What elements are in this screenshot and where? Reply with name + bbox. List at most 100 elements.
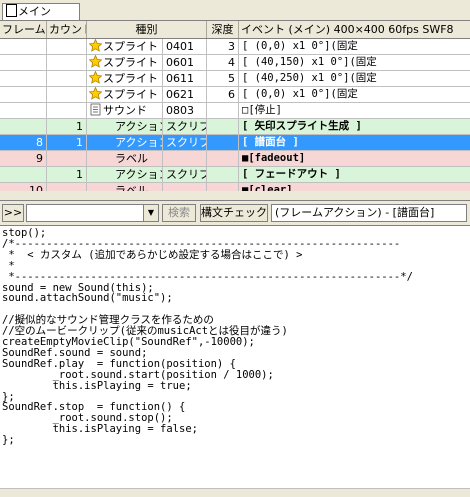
- frame-cell: [0, 71, 47, 86]
- count-cell: 1: [47, 135, 87, 150]
- frame-cell: [0, 55, 47, 70]
- table-row[interactable]: スプライト 0401 3[ (0,0) x1 0°](固定: [0, 39, 470, 55]
- type-label: アクション: [115, 136, 162, 149]
- frame-cell: 9: [0, 151, 47, 166]
- code-line: };: [2, 434, 15, 447]
- type-label: スプライト: [103, 56, 158, 69]
- column-header-frame[interactable]: フレーム: [0, 21, 47, 38]
- id-cell: スクリプト: [163, 119, 207, 134]
- id-cell: 0611: [163, 71, 207, 86]
- count-cell: [47, 55, 87, 70]
- syntax-check-button[interactable]: 構文チェック: [200, 204, 268, 222]
- id-cell: スクリプト: [163, 167, 207, 182]
- frame-cell: [0, 87, 47, 102]
- depth-cell: [207, 183, 239, 191]
- star-icon: [88, 71, 103, 84]
- count-cell: [47, 71, 87, 86]
- count-cell: [47, 39, 87, 54]
- script-title-field: (フレームアクション) - [譜面台]: [271, 204, 467, 222]
- depth-cell: 6: [207, 87, 239, 102]
- nav-forward-button[interactable]: >>: [2, 204, 24, 222]
- depth-cell: [207, 103, 239, 118]
- table-header: フレーム カウント 種別 深度 イベント (メイン) 400×400 60fps…: [0, 21, 470, 39]
- table-row[interactable]: スプライト 0601 4[ (40,150) x1 0°](固定: [0, 55, 470, 71]
- column-header-event[interactable]: イベント (メイン) 400×400 60fps SWF8: [239, 21, 470, 38]
- depth-cell: 5: [207, 71, 239, 86]
- event-cell: [ 矢印スプライト生成 ]: [242, 120, 362, 132]
- table-row[interactable]: 9 ラベル ■[fadeout]: [0, 151, 470, 167]
- table-row[interactable]: 1 アクションスクリプト [ フェードアウト ]: [0, 167, 470, 183]
- table-row[interactable]: 1 アクションスクリプト [ 矢印スプライト生成 ]: [0, 119, 470, 135]
- code-line: _root.sound.start(position / 1000);: [2, 368, 274, 381]
- type-label: サウンド: [103, 104, 147, 117]
- type-label: アクション: [115, 120, 162, 133]
- count-cell: [47, 103, 87, 118]
- count-cell: 1: [47, 167, 87, 182]
- event-cell: ■[fadeout]: [242, 152, 306, 164]
- frame-cell: [0, 119, 47, 134]
- type-cell: アクション: [87, 167, 163, 182]
- id-cell: 0803: [163, 103, 207, 118]
- event-cell: [ フェードアウト ]: [242, 168, 341, 180]
- search-button[interactable]: 検索: [162, 204, 196, 222]
- depth-cell: [207, 119, 239, 134]
- tab-bar: メイン: [0, 0, 470, 21]
- frame-cell: [0, 39, 47, 54]
- chevron-down-icon[interactable]: ▼: [143, 205, 158, 221]
- tab-label: メイン: [18, 5, 51, 18]
- id-cell: 0621: [163, 87, 207, 102]
- event-cell: [ (0,0) x1 0°](固定: [242, 88, 358, 100]
- type-cell: スプライト: [87, 87, 163, 102]
- frame-cell: [0, 103, 47, 118]
- depth-cell: [207, 151, 239, 166]
- code-line: this.isPlaying = true;: [2, 379, 192, 392]
- depth-cell: 3: [207, 39, 239, 54]
- type-cell: サウンド: [87, 103, 163, 118]
- type-cell: ラベル: [87, 151, 163, 166]
- table-row[interactable]: 81 アクションスクリプト [ 譜面台 ]: [0, 135, 470, 151]
- type-label: ラベル: [115, 152, 148, 165]
- code-line: *---------------------------------------…: [2, 270, 413, 283]
- event-cell: [ (40,250) x1 0°](固定: [242, 72, 377, 84]
- count-cell: 1: [47, 119, 87, 134]
- column-header-type[interactable]: 種別: [87, 21, 207, 38]
- code-line: *: [2, 259, 15, 272]
- depth-cell: 4: [207, 55, 239, 70]
- type-label: スプライト: [103, 72, 158, 85]
- event-cell: [ (0,0) x1 0°](固定: [242, 40, 358, 52]
- star-icon: [88, 55, 103, 68]
- table-row[interactable]: スプライト 0621 6[ (0,0) x1 0°](固定: [0, 87, 470, 103]
- type-label: スプライト: [103, 40, 158, 53]
- event-cell: [ 譜面台 ]: [242, 136, 299, 148]
- table-row[interactable]: サウンド 0803 □[停止]: [0, 103, 470, 119]
- id-cell: [163, 151, 207, 166]
- event-cell: [ (40,150) x1 0°](固定: [242, 56, 377, 68]
- tab-main[interactable]: メイン: [2, 3, 80, 20]
- event-cell: □[停止]: [242, 104, 282, 116]
- column-header-depth[interactable]: 深度: [207, 21, 239, 38]
- event-table: フレーム カウント 種別 深度 イベント (メイン) 400×400 60fps…: [0, 21, 470, 191]
- type-label: スプライト: [103, 88, 158, 101]
- star-icon: [88, 87, 103, 100]
- column-header-count[interactable]: カウント: [47, 21, 87, 38]
- count-cell: [47, 87, 87, 102]
- tab-icon: [6, 4, 17, 17]
- table-row[interactable]: スプライト 0611 5[ (40,250) x1 0°](固定: [0, 71, 470, 87]
- code-editor[interactable]: stop();/*-------------------------------…: [0, 226, 470, 496]
- frame-cell: 10: [0, 183, 47, 191]
- depth-cell: [207, 167, 239, 182]
- event-cell: ■[clear]: [242, 184, 293, 191]
- type-cell: スプライト: [87, 39, 163, 54]
- type-cell: アクション: [87, 119, 163, 134]
- type-cell: スプライト: [87, 55, 163, 70]
- table-row[interactable]: 10 ラベル ■[clear]: [0, 183, 470, 191]
- id-cell: スクリプト: [163, 135, 207, 150]
- frame-cell: 8: [0, 135, 47, 150]
- star-icon: [88, 39, 103, 52]
- action-combo[interactable]: ▼: [26, 204, 159, 222]
- code-line: this.isPlaying = false;: [2, 423, 198, 436]
- id-cell: [163, 183, 207, 191]
- type-cell: スプライト: [87, 71, 163, 86]
- sound-icon: [89, 103, 102, 116]
- code-line: sound.attachSound("music");: [2, 292, 173, 305]
